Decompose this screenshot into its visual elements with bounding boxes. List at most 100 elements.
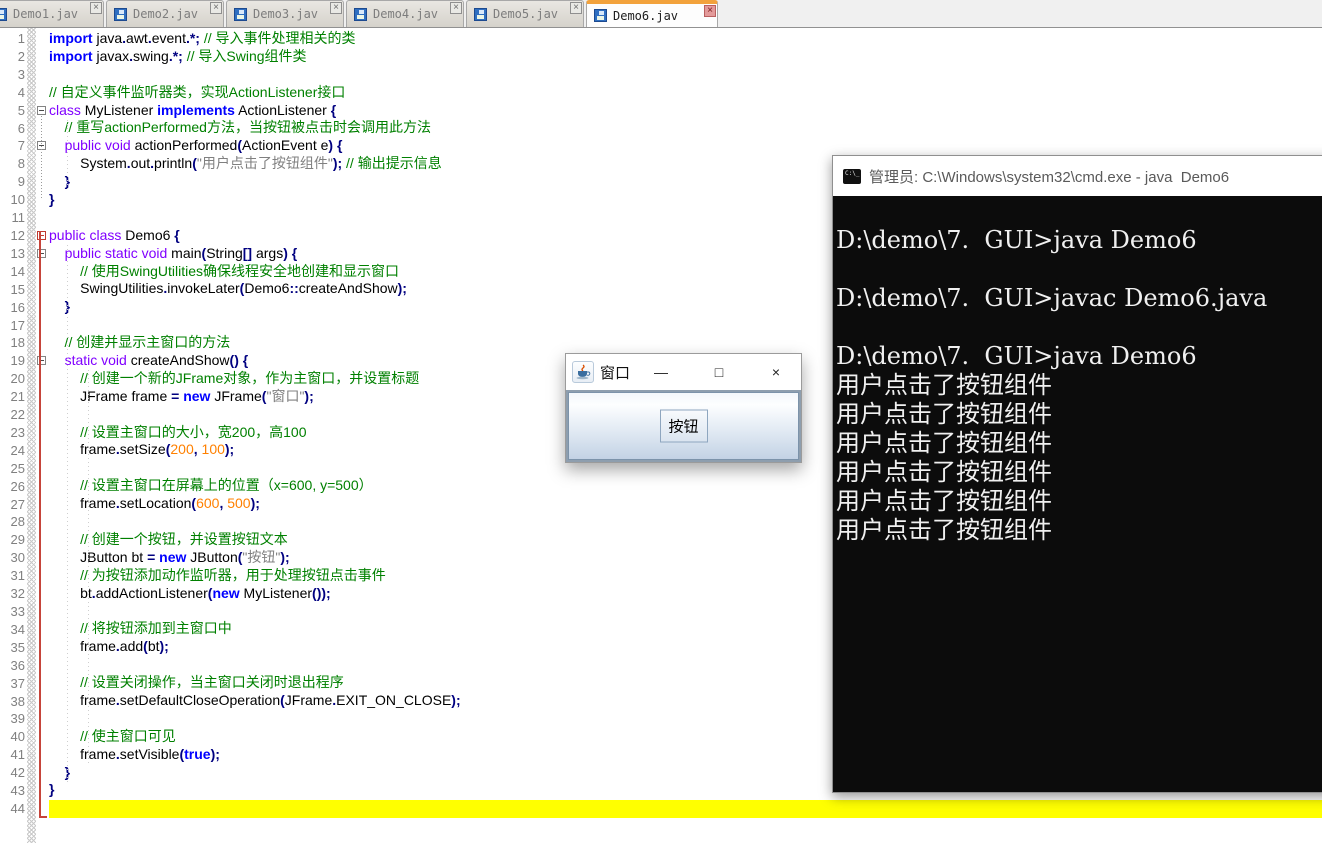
- tab-demo6-jav[interactable]: Demo6.jav ×: [586, 0, 718, 27]
- line-number: 2: [17, 48, 25, 64]
- console-line: 用户点击了按钮组件: [836, 400, 1052, 428]
- line-number: 36: [10, 657, 25, 673]
- tab-demo2-jav[interactable]: Demo2.jav ×: [106, 0, 224, 27]
- console-line: 用户点击了按钮组件: [836, 371, 1052, 399]
- line-number: 9: [17, 174, 25, 190]
- line-number: 12: [10, 227, 25, 243]
- code-line[interactable]: import javax.swing.*; // 导入Swing组件类: [49, 48, 1322, 66]
- line-number: 42: [10, 765, 25, 781]
- line-number: 27: [10, 496, 25, 512]
- tab-label: Demo1.jav: [13, 7, 79, 21]
- change-history-marker-end: [39, 815, 47, 818]
- line-number: 37: [10, 675, 25, 691]
- tab-close-icon[interactable]: ×: [570, 2, 582, 14]
- line-number: 26: [10, 478, 25, 494]
- line-number: 8: [17, 156, 25, 172]
- line-number: 24: [10, 442, 25, 458]
- line-number: 18: [10, 335, 25, 351]
- console-line: 用户点击了按钮组件: [836, 487, 1052, 515]
- code-line[interactable]: // 自定义事件监听器类，实现ActionListener接口: [49, 84, 1322, 102]
- line-number: 41: [10, 747, 25, 763]
- tab-close-icon[interactable]: ×: [210, 2, 222, 14]
- code-line[interactable]: [49, 66, 1322, 84]
- swing-content: 按钮: [566, 390, 801, 462]
- tab-label: Demo3.jav: [253, 7, 319, 21]
- change-history-marker: [39, 230, 41, 818]
- indent-guide: [88, 370, 89, 764]
- swing-button-label: 按钮: [668, 418, 699, 436]
- tab-close-icon[interactable]: ×: [90, 2, 102, 14]
- line-number: 22: [10, 407, 25, 423]
- code-line[interactable]: [49, 799, 1322, 817]
- tab-close-icon[interactable]: ×: [704, 5, 716, 17]
- line-number: 23: [10, 424, 25, 440]
- line-number: 1: [17, 31, 25, 46]
- line-number: 39: [10, 711, 25, 727]
- fold-margin[interactable]: [36, 28, 49, 843]
- console-line: 用户点击了按钮组件: [836, 429, 1052, 457]
- swing-window[interactable]: 窗口 — □ × 按钮: [565, 353, 802, 463]
- line-number: 7: [17, 138, 25, 154]
- line-number: 14: [10, 263, 25, 279]
- floppy-disk-icon: [474, 7, 487, 21]
- console-line: D:\demo\7. GUI>java Demo6: [836, 342, 1197, 370]
- cmd-window[interactable]: 管理员: C:\Windows\system32\cmd.exe - java …: [832, 155, 1322, 793]
- close-button[interactable]: ×: [761, 360, 791, 384]
- floppy-disk-icon: [594, 9, 607, 22]
- line-number: 10: [10, 192, 25, 208]
- line-number: 43: [10, 783, 25, 799]
- java-coffee-cup-icon[interactable]: [572, 361, 594, 383]
- line-number: 31: [10, 568, 25, 584]
- line-number: 33: [10, 604, 25, 619]
- fold-toggle[interactable]: [37, 105, 46, 115]
- line-number: 21: [10, 389, 25, 405]
- line-number: 28: [10, 514, 25, 530]
- console-line: D:\demo\7. GUI>java Demo6: [836, 226, 1197, 254]
- tab-label: Demo6.jav: [613, 8, 679, 23]
- console-output[interactable]: D:\demo\7. GUI>java Demo6 D:\demo\7. GUI…: [833, 196, 1322, 792]
- app-window: Demo1.jav × Demo2.jav × Demo3.jav × Demo4.jav ×…: [0, 0, 1322, 843]
- line-number: 4: [17, 84, 25, 100]
- line-number: 38: [10, 693, 25, 709]
- tab-close-icon[interactable]: ×: [450, 2, 462, 14]
- maximize-button[interactable]: □: [704, 360, 734, 384]
- code-line[interactable]: import java.awt.event.*; // 导入事件处理相关的类: [49, 30, 1322, 48]
- line-number: 13: [10, 245, 25, 261]
- line-number: 16: [10, 299, 25, 315]
- line-number: 25: [10, 460, 25, 476]
- line-number: 19: [10, 353, 25, 369]
- tab-strip: Demo1.jav × Demo2.jav × Demo3.jav × Demo4.jav ×…: [0, 0, 720, 27]
- line-number: 44: [10, 800, 25, 816]
- line-number: 17: [10, 317, 25, 333]
- line-number: 3: [17, 66, 25, 82]
- tab-bar: Demo1.jav × Demo2.jav × Demo3.jav × Demo4.jav ×…: [0, 0, 1322, 28]
- line-number: 15: [10, 281, 25, 297]
- tab-demo4-jav[interactable]: Demo4.jav ×: [346, 0, 464, 27]
- swing-button[interactable]: 按钮: [568, 392, 799, 460]
- line-number: 11: [11, 210, 26, 226]
- tab-demo1-jav[interactable]: Demo1.jav ×: [0, 0, 104, 27]
- tab-demo5-jav[interactable]: Demo5.jav ×: [466, 0, 584, 27]
- code-line[interactable]: class MyListener implements ActionListen…: [49, 102, 1322, 120]
- tab-label: Demo2.jav: [133, 7, 199, 21]
- line-number: 6: [17, 120, 25, 136]
- cmd-icon: [843, 169, 861, 184]
- swing-titlebar[interactable]: 窗口 — □ ×: [566, 354, 801, 390]
- tab-label: Demo4.jav: [373, 7, 439, 21]
- code-line[interactable]: // 重写actionPerformed方法，当按钮被点击时会调用此方法: [49, 119, 1322, 137]
- floppy-disk-icon: [114, 7, 127, 21]
- line-number: 29: [10, 532, 25, 548]
- floppy-disk-icon: [0, 7, 7, 21]
- cmd-titlebar[interactable]: 管理员: C:\Windows\system32\cmd.exe - java …: [833, 156, 1322, 196]
- bookmark-margin[interactable]: [27, 28, 36, 843]
- minimize-button[interactable]: —: [646, 360, 676, 384]
- tab-demo3-jav[interactable]: Demo3.jav ×: [226, 0, 344, 27]
- line-number: 34: [10, 621, 25, 637]
- fold-guide-line: [41, 115, 42, 201]
- tab-close-icon[interactable]: ×: [330, 2, 342, 14]
- tab-label: Demo5.jav: [493, 7, 559, 21]
- code-line[interactable]: public void actionPerformed(ActionEvent …: [49, 137, 1322, 155]
- line-number: 40: [10, 729, 25, 745]
